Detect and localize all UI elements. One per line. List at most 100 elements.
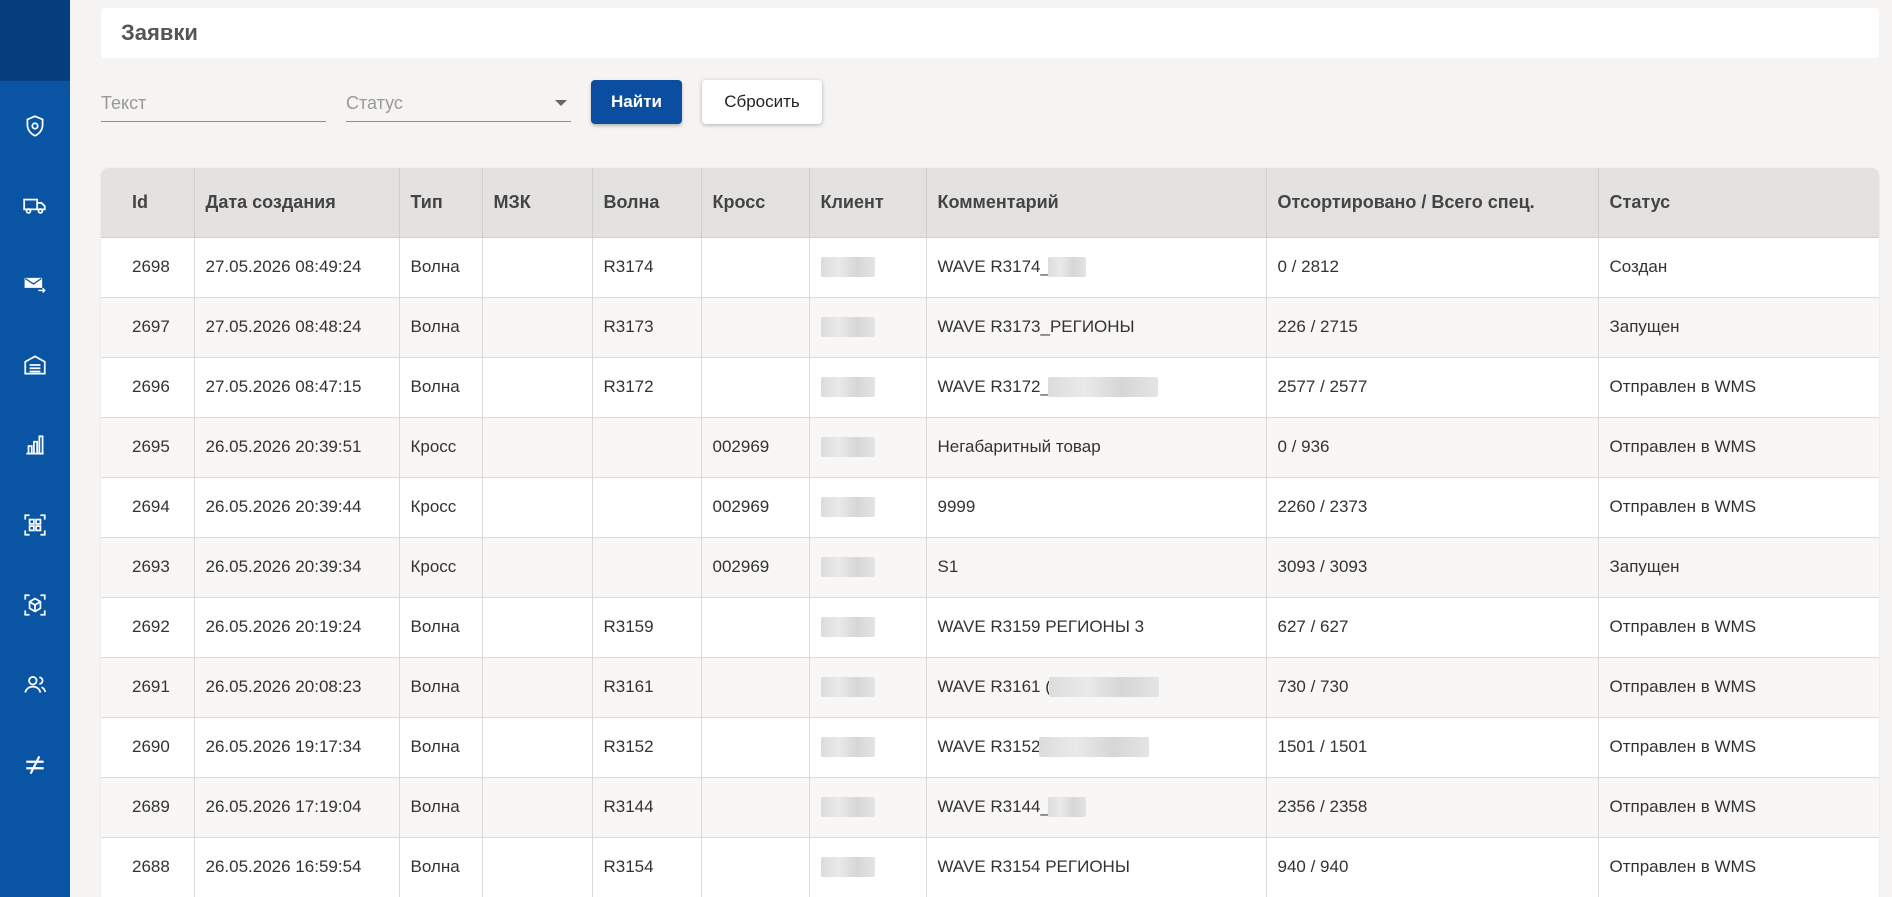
redacted-client <box>820 497 875 518</box>
cell-client <box>809 657 927 717</box>
redacted-comment <box>1038 737 1149 758</box>
cell-cross <box>701 717 810 777</box>
cell-sorted-total: 627 / 627 <box>1266 597 1599 657</box>
redacted-comment <box>1047 257 1086 278</box>
redacted-client <box>820 437 875 458</box>
cell-cross: 002969 <box>701 417 810 477</box>
cell-status: Отправлен в WMS <box>1609 857 1757 876</box>
cell-type: Волна <box>399 297 483 357</box>
cell-status: Отправлен в WMS <box>1609 737 1757 756</box>
shield-icon[interactable] <box>20 111 50 141</box>
table-row[interactable]: 2694 26.05.2026 20:39:44 Кросс 002969 9999 22… <box>101 477 1879 537</box>
redacted-comment <box>1048 677 1159 698</box>
sidebar-logo-area <box>0 0 70 81</box>
cell-id: 2689 <box>101 777 195 837</box>
cell-type: Волна <box>399 357 483 417</box>
cell-client <box>809 597 927 657</box>
cell-type: Кросс <box>399 477 483 537</box>
cell-status: Отправлен в WMS <box>1609 617 1757 636</box>
package-scan-icon[interactable] <box>20 590 50 620</box>
find-button[interactable]: Найти <box>591 80 682 124</box>
cell-cross: 002969 <box>701 537 810 597</box>
column-header[interactable]: Комментарий <box>926 168 1267 238</box>
cell-created-date: 26.05.2026 20:39:34 <box>194 537 400 597</box>
column-header[interactable]: Клиент <box>809 168 927 238</box>
cell-sorted-total: 0 / 2812 <box>1266 237 1599 297</box>
cell-wave <box>592 537 702 597</box>
cell-status: Запущен <box>1609 317 1680 336</box>
cell-client <box>809 417 927 477</box>
sidebar <box>0 0 70 897</box>
column-header[interactable]: Дата создания <box>194 168 400 238</box>
cell-wave: R3172 <box>592 357 702 417</box>
cell-client <box>809 297 927 357</box>
comment-text: 9999 <box>937 497 976 516</box>
table-row[interactable]: 2688 26.05.2026 16:59:54 Волна R3154 WAVE R3… <box>101 837 1879 897</box>
table-body: 2698 27.05.2026 08:49:24 Волна R3174 WAVE R3… <box>101 237 1879 897</box>
table-row[interactable]: 2691 26.05.2026 20:08:23 Волна R3161 WAVE R3… <box>101 657 1879 717</box>
cell-id: 2693 <box>101 537 195 597</box>
column-header[interactable]: Тип <box>399 168 483 238</box>
comment-text: WAVE R3159 РЕГИОНЫ 3 <box>937 617 1145 636</box>
column-header[interactable]: Отсортировано / Всего спец. <box>1266 168 1599 238</box>
mail-forward-icon[interactable] <box>20 270 50 300</box>
cell-mzk <box>482 297 593 357</box>
table-row[interactable]: 2696 27.05.2026 08:47:15 Волна R3172 WAVE R3… <box>101 357 1879 417</box>
not-equal-icon[interactable] <box>20 750 50 780</box>
reset-button[interactable]: Сбросить <box>702 80 822 124</box>
column-header[interactable]: Кросс <box>701 168 810 238</box>
column-header[interactable]: Id <box>101 168 195 238</box>
cell-created-date: 27.05.2026 08:48:24 <box>194 297 400 357</box>
redacted-client <box>820 317 875 338</box>
status-select[interactable]: Статус <box>346 85 571 122</box>
cell-type: Кросс <box>399 417 483 477</box>
table-row[interactable]: 2689 26.05.2026 17:19:04 Волна R3144 WAVE R3… <box>101 777 1879 837</box>
cell-mzk <box>482 237 593 297</box>
column-header[interactable]: МЗК <box>482 168 593 238</box>
cell-client <box>809 537 927 597</box>
cell-wave: R3144 <box>592 777 702 837</box>
cell-id: 2691 <box>101 657 195 717</box>
column-header[interactable]: Волна <box>592 168 702 238</box>
column-header[interactable]: Статус <box>1598 168 1879 238</box>
cell-type: Волна <box>399 837 483 897</box>
users-icon[interactable] <box>20 670 50 700</box>
truck-icon[interactable] <box>20 190 50 220</box>
cell-id: 2696 <box>101 357 195 417</box>
cell-created-date: 26.05.2026 20:39:51 <box>194 417 400 477</box>
cell-id: 2695 <box>101 417 195 477</box>
table-row[interactable]: 2690 26.05.2026 19:17:34 Волна R3152 WAVE R3… <box>101 717 1879 777</box>
redacted-client <box>820 797 875 818</box>
cell-sorted-total: 2356 / 2358 <box>1266 777 1599 837</box>
table-row[interactable]: 2692 26.05.2026 20:19:24 Волна R3159 WAVE R3… <box>101 597 1879 657</box>
cell-created-date: 26.05.2026 20:39:44 <box>194 477 400 537</box>
redacted-client <box>820 557 875 578</box>
warehouse-icon[interactable] <box>20 350 50 380</box>
table-row[interactable]: 2693 26.05.2026 20:39:34 Кросс 002969 S1 3093… <box>101 537 1879 597</box>
search-text-input[interactable] <box>101 85 326 122</box>
cell-status: Запущен <box>1609 557 1680 576</box>
cell-type: Кросс <box>399 537 483 597</box>
bar-chart-icon[interactable] <box>20 430 50 460</box>
status-select-placeholder: Статус <box>346 92 403 113</box>
cell-wave: R3154 <box>592 837 702 897</box>
cell-created-date: 27.05.2026 08:47:15 <box>194 357 400 417</box>
cell-created-date: 27.05.2026 08:49:24 <box>194 237 400 297</box>
cell-client <box>809 717 927 777</box>
table-row[interactable]: 2695 26.05.2026 20:39:51 Кросс 002969 Негаба… <box>101 417 1879 477</box>
cell-client <box>809 837 927 897</box>
requests-table: Id Дата создания Тип МЗК Волна Кросс Клиент Ком… <box>101 168 1879 897</box>
chevron-down-icon <box>555 100 567 106</box>
cell-cross <box>701 837 810 897</box>
cell-sorted-total: 2260 / 2373 <box>1266 477 1599 537</box>
redacted-client <box>820 857 875 878</box>
cell-cross <box>701 657 810 717</box>
cell-id: 2688 <box>101 837 195 897</box>
cell-sorted-total: 730 / 730 <box>1266 657 1599 717</box>
cell-type: Волна <box>399 237 483 297</box>
cell-id: 2698 <box>101 237 195 297</box>
table-row[interactable]: 2698 27.05.2026 08:49:24 Волна R3174 WAVE R3… <box>101 237 1879 297</box>
table-row[interactable]: 2697 27.05.2026 08:48:24 Волна R3173 WAVE R3… <box>101 297 1879 357</box>
redacted-comment <box>1047 797 1086 818</box>
qr-scan-icon[interactable] <box>20 510 50 540</box>
